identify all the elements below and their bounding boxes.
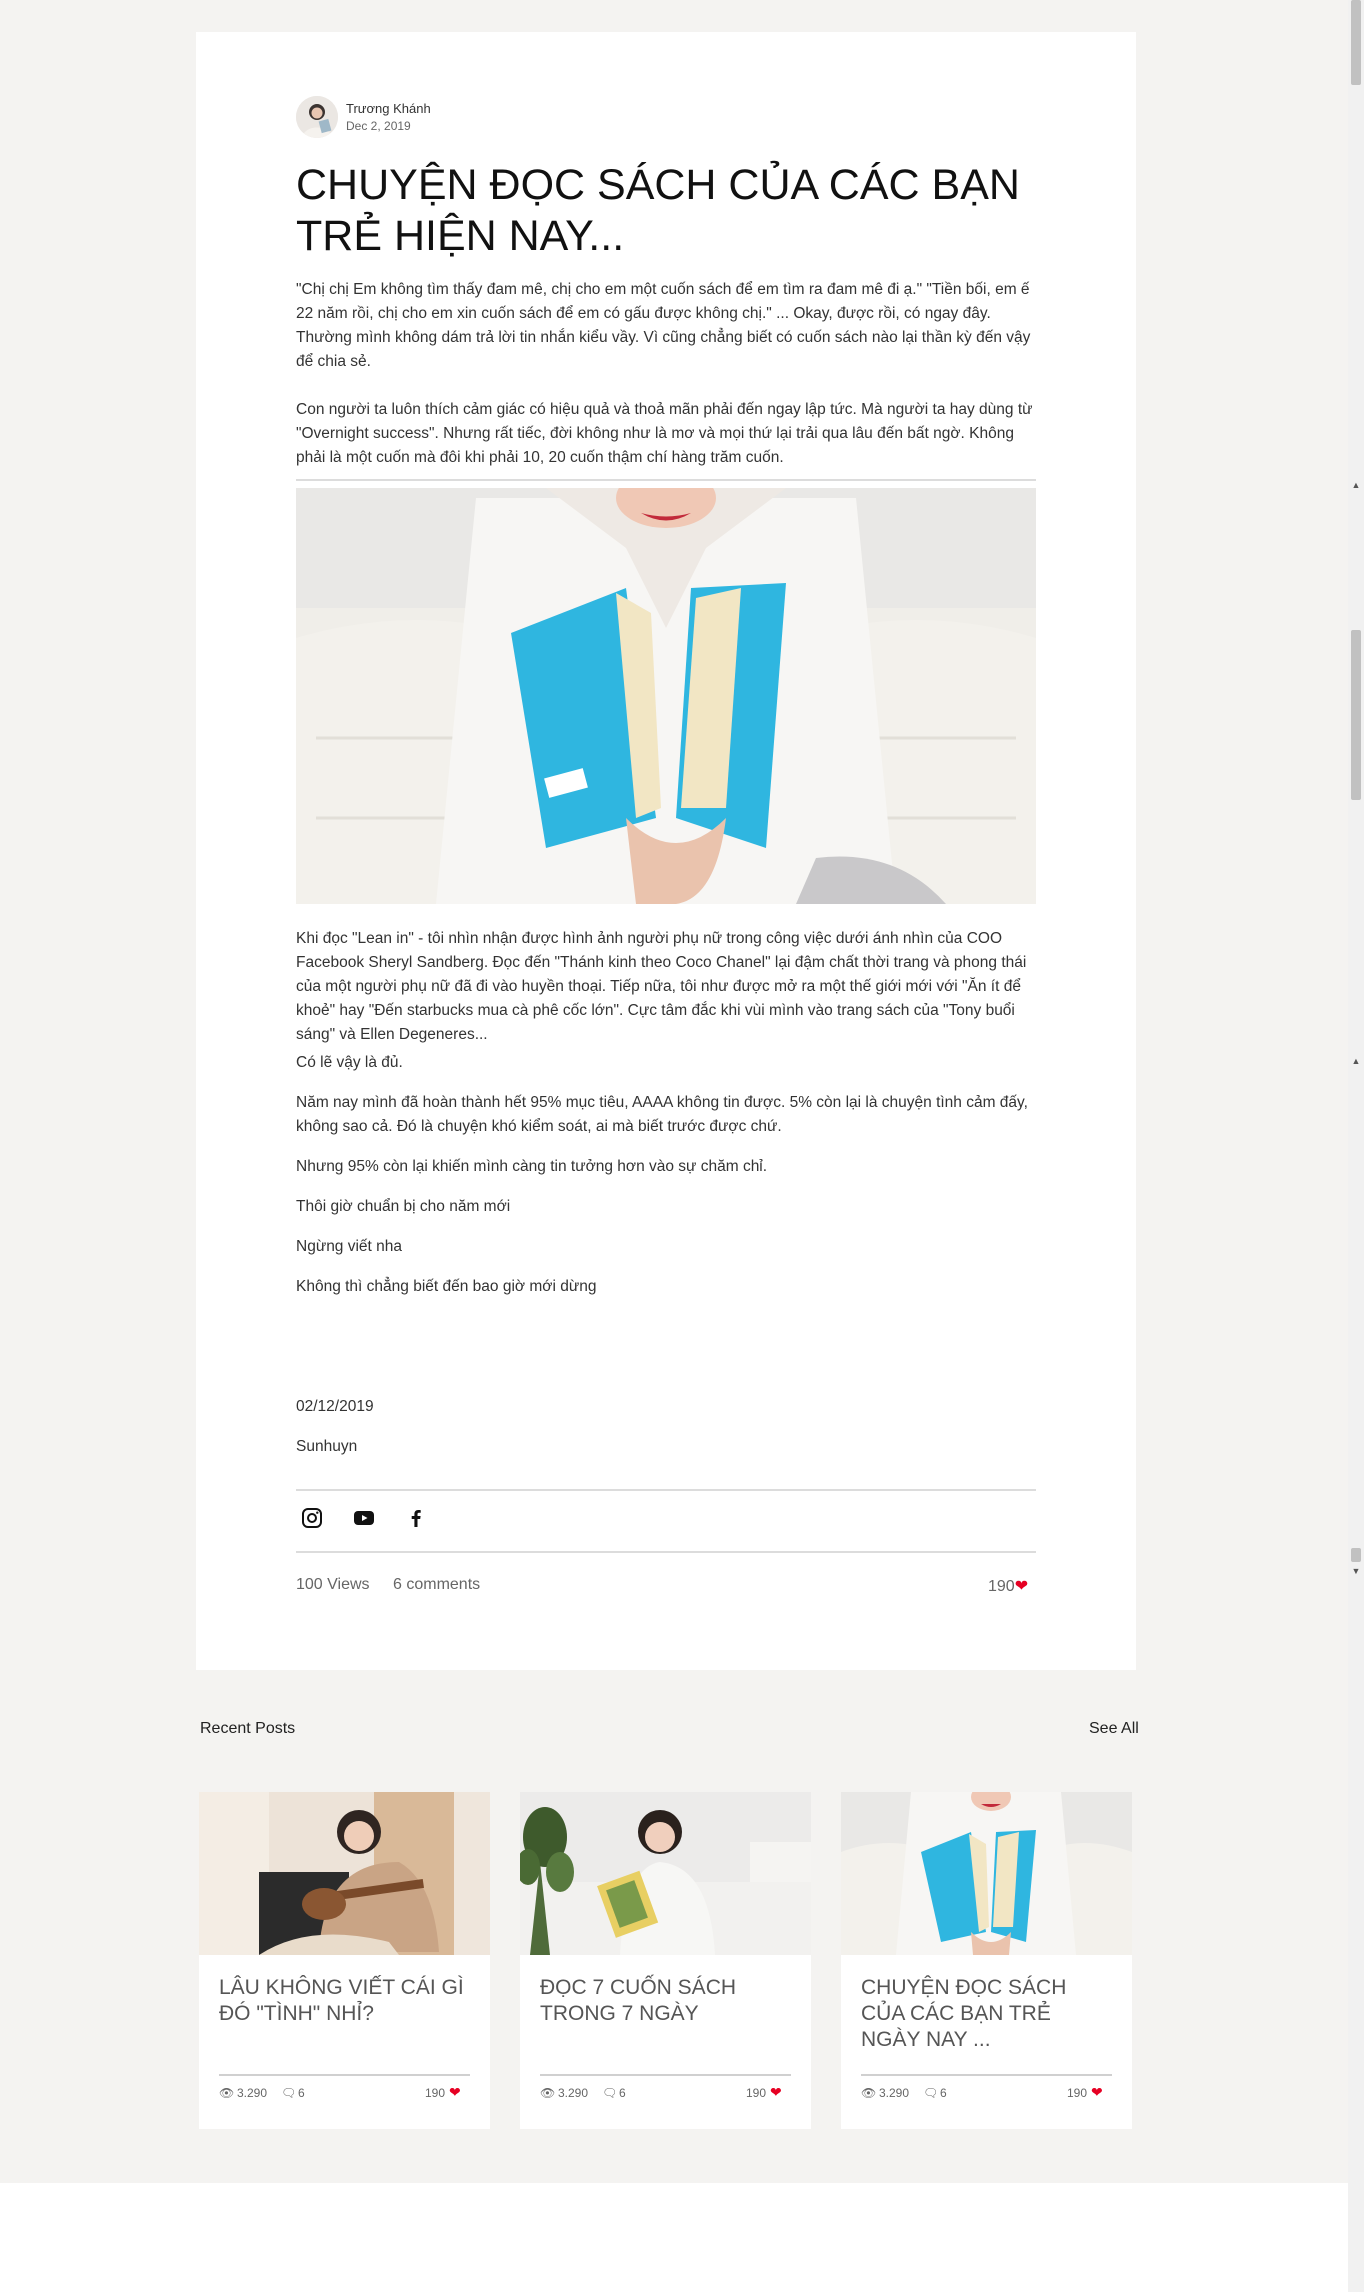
recent-post-stats: 👁 3.290 🗨 6 190 ❤ bbox=[540, 2084, 791, 2104]
scrollbar-thumb[interactable] bbox=[1351, 0, 1361, 85]
paragraph: Không thì chẳng biết đến bao giờ mới dừn… bbox=[296, 1278, 597, 1295]
recent-post-comments: 6 bbox=[619, 2086, 626, 2100]
recent-post-views: 3.290 bbox=[237, 2086, 268, 2100]
signature-name: Sunhuyn bbox=[296, 1438, 358, 1455]
divider bbox=[540, 2074, 791, 2076]
facebook-icon[interactable] bbox=[404, 1506, 428, 1530]
recent-post-comments: 6 bbox=[940, 2086, 947, 2100]
recent-post-title[interactable]: CHUYỆN ĐỌC SÁCH CỦA CÁC BẠN TRẺ NGÀY NAY… bbox=[861, 1975, 1111, 2053]
post-title: CHUYỆN ĐỌC SÁCH CỦA CÁC BẠN TRẺ HIỆN NAY… bbox=[296, 161, 1020, 260]
paragraph: "Chị chị Em không tìm thấy đam mê, chị c… bbox=[296, 281, 1031, 370]
scrollbar[interactable]: ▲ ▲ ▼ bbox=[1348, 0, 1364, 2292]
divider bbox=[296, 479, 1036, 481]
instagram-icon[interactable] bbox=[300, 1506, 324, 1530]
recent-post-stats: 👁 3.290 🗨 6 190 ❤ bbox=[219, 2084, 470, 2104]
divider bbox=[219, 2074, 470, 2076]
divider bbox=[861, 2074, 1112, 2076]
recent-post-card[interactable]: LÂU KHÔNG VIẾT CÁI GÌ ĐÓ "TÌNH" NHỈ? 👁 3… bbox=[199, 1792, 490, 2129]
views-count: 100 Views bbox=[296, 1576, 370, 1593]
paragraph: Con người ta luôn thích cảm giác có hiệu… bbox=[296, 401, 1033, 466]
recent-post-thumbnail[interactable] bbox=[199, 1792, 490, 1955]
signature-date: 02/12/2019 bbox=[296, 1398, 374, 1415]
scroll-up-icon[interactable]: ▲ bbox=[1351, 1056, 1361, 1066]
eye-icon: 👁 bbox=[540, 2086, 556, 2100]
heart-icon[interactable]: ❤ bbox=[770, 2084, 782, 2101]
recent-post-card[interactable]: CHUYỆN ĐỌC SÁCH CỦA CÁC BẠN TRẺ NGÀY NAY… bbox=[841, 1792, 1132, 2129]
recent-post-thumbnail[interactable] bbox=[520, 1792, 811, 1955]
likes-count[interactable]: 190❤ bbox=[988, 1576, 1028, 1596]
recent-post-stats: 👁 3.290 🗨 6 190 ❤ bbox=[861, 2084, 1112, 2104]
paragraph: Khi đọc "Lean in" - tôi nhìn nhận được h… bbox=[296, 930, 1027, 1043]
comments-link[interactable]: 6 comments bbox=[393, 1576, 480, 1594]
recent-post-views: 3.290 bbox=[558, 2086, 589, 2100]
paragraph: Nhưng 95% còn lại khiến mình càng tin tư… bbox=[296, 1158, 768, 1175]
recent-post-card[interactable]: ĐỌC 7 CUỐN SÁCH TRONG 7 NGÀY 👁 3.290 🗨 6… bbox=[520, 1792, 811, 2129]
paragraph: Có lẽ vậy là đủ. bbox=[296, 1054, 403, 1071]
post-date: Dec 2, 2019 bbox=[346, 119, 411, 133]
recent-post-views: 3.290 bbox=[879, 2086, 910, 2100]
heart-icon[interactable]: ❤ bbox=[1015, 1578, 1028, 1595]
divider bbox=[296, 1551, 1036, 1553]
scroll-up-icon[interactable]: ▲ bbox=[1351, 480, 1361, 490]
post-hero-image bbox=[296, 488, 1036, 904]
recent-post-likes: 190 bbox=[425, 2086, 446, 2100]
recent-post-likes: 190 bbox=[746, 2086, 767, 2100]
recent-post-likes: 190 bbox=[1067, 2086, 1088, 2100]
recent-post-title[interactable]: ĐỌC 7 CUỐN SÁCH TRONG 7 NGÀY bbox=[540, 1975, 790, 2027]
post-card: Trương Khánh Dec 2, 2019 CHUYỆN ĐỌC SÁCH… bbox=[196, 32, 1136, 1670]
comment-icon: 🗨 bbox=[923, 2086, 939, 2100]
heart-icon[interactable]: ❤ bbox=[449, 2084, 461, 2101]
see-all-link[interactable]: See All bbox=[1089, 1720, 1139, 1738]
scrollbar-thumb-small[interactable] bbox=[1351, 1548, 1361, 1562]
recent-post-title[interactable]: LÂU KHÔNG VIẾT CÁI GÌ ĐÓ "TÌNH" NHỈ? bbox=[219, 1975, 469, 2027]
scroll-down-icon[interactable]: ▼ bbox=[1351, 1566, 1361, 1576]
heart-icon[interactable]: ❤ bbox=[1091, 2084, 1103, 2101]
likes-value: 190 bbox=[988, 1578, 1015, 1595]
paragraph: Thôi giờ chuẩn bị cho năm mới bbox=[296, 1198, 511, 1215]
comment-icon: 🗨 bbox=[602, 2086, 618, 2100]
paragraph: Ngừng viết nha bbox=[296, 1238, 403, 1255]
recent-post-comments: 6 bbox=[298, 2086, 305, 2100]
avatar[interactable] bbox=[296, 96, 338, 138]
youtube-icon[interactable] bbox=[352, 1506, 376, 1530]
comment-icon: 🗨 bbox=[281, 2086, 297, 2100]
author-name[interactable]: Trương Khánh bbox=[346, 101, 431, 116]
eye-icon: 👁 bbox=[861, 2086, 877, 2100]
recent-post-thumbnail[interactable] bbox=[841, 1792, 1132, 1955]
eye-icon: 👁 bbox=[219, 2086, 235, 2100]
divider bbox=[296, 1489, 1036, 1491]
paragraph: Năm nay mình đã hoàn thành hết 95% mục t… bbox=[296, 1094, 1028, 1135]
scrollbar-thumb-inner[interactable] bbox=[1351, 630, 1361, 800]
recent-posts-label: Recent Posts bbox=[200, 1720, 296, 1737]
